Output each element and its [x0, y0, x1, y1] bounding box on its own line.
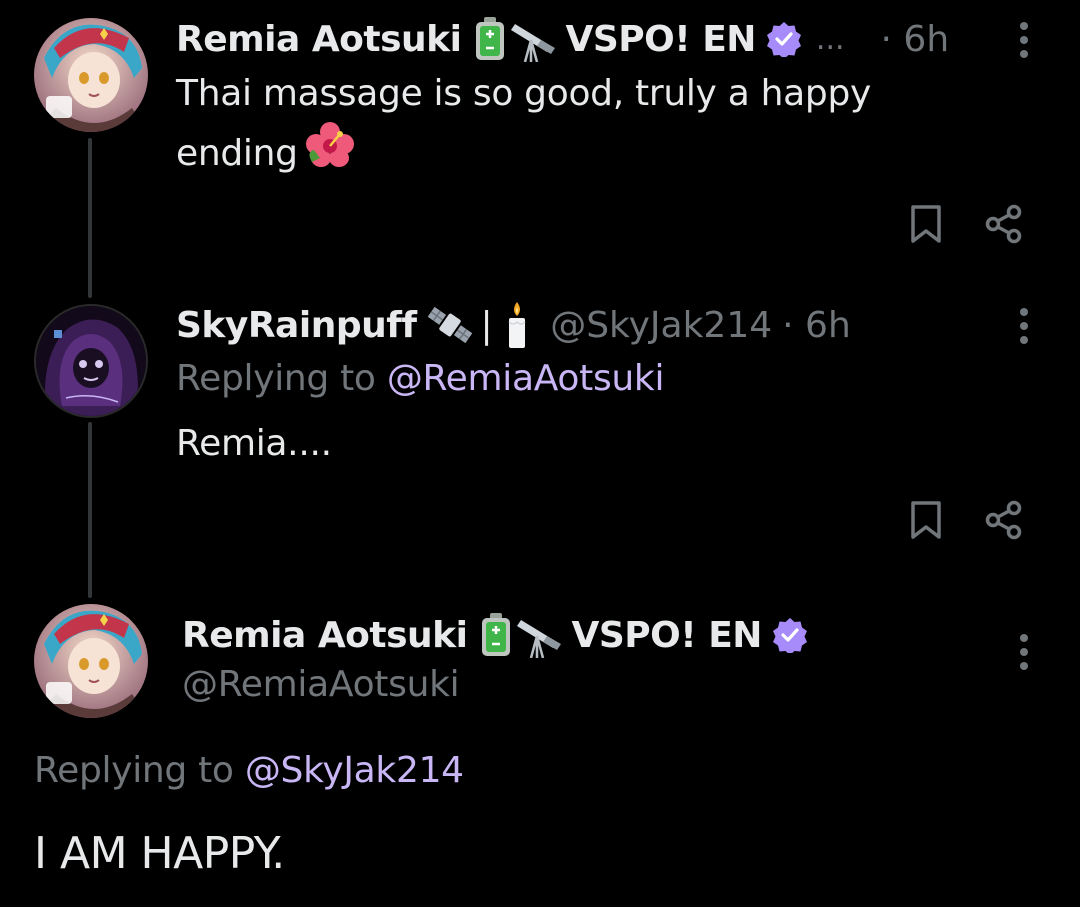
handle[interactable]: @RemiaAotsuki — [182, 664, 460, 705]
tweet-1-text: Thai massage is so good, truly a happy e… — [176, 66, 1016, 185]
replying-to-line: Replying to @SkyJak214 — [34, 750, 464, 791]
replying-to-label: Replying to — [176, 358, 376, 399]
tweet-2-header: SkyRainpuff | @SkyJak214 · 6h — [176, 300, 851, 350]
tweet-1-header: Remia Aotsuki VSPO! EN ... · 6h — [176, 14, 949, 64]
bookmark-icon[interactable] — [906, 500, 946, 540]
mention-link[interactable]: @RemiaAotsuki — [387, 358, 665, 399]
avatar-remia[interactable] — [34, 604, 148, 718]
handle[interactable]: @SkyJak214 — [550, 305, 772, 346]
org-name: VSPO! EN — [565, 18, 756, 60]
verified-badge-icon — [766, 21, 802, 57]
thread-line-1 — [88, 138, 92, 298]
tweet-3-header: Remia Aotsuki VSPO! EN — [182, 610, 808, 660]
tweet-1-text-line-2: ending — [176, 132, 298, 174]
tweet-1-text-line-1: Thai massage is so good, truly a happy — [176, 73, 871, 114]
more-options-icon[interactable] — [1014, 632, 1034, 672]
battery-icon — [475, 17, 505, 61]
avatar-remia[interactable] — [34, 18, 148, 132]
more-options-icon[interactable] — [1014, 306, 1034, 346]
bookmark-icon[interactable] — [906, 204, 946, 244]
satellite-icon — [425, 303, 475, 347]
name-separator: | — [480, 304, 493, 346]
display-name[interactable]: SkyRainpuff — [176, 305, 417, 346]
battery-icon — [481, 613, 511, 657]
mention-link[interactable]: @SkyJak214 — [245, 750, 464, 791]
timestamp[interactable]: · 6h — [881, 19, 950, 60]
replying-to-line: Replying to @RemiaAotsuki — [176, 358, 664, 399]
avatar-skyrainpuff[interactable] — [34, 304, 148, 418]
display-name[interactable]: Remia Aotsuki — [182, 615, 468, 656]
share-icon[interactable] — [984, 500, 1024, 540]
candle-icon — [504, 300, 530, 350]
telescope-icon — [511, 16, 559, 62]
replying-to-label: Replying to — [34, 750, 234, 791]
timestamp[interactable]: · 6h — [782, 305, 851, 346]
display-name[interactable]: Remia Aotsuki — [176, 19, 462, 60]
tweet-3-text: I AM HAPPY. — [34, 828, 285, 879]
hibiscus-icon — [305, 122, 354, 185]
verified-badge-icon — [772, 617, 808, 653]
telescope-icon — [517, 612, 565, 658]
share-icon[interactable] — [984, 204, 1024, 244]
more-options-icon[interactable] — [1014, 20, 1034, 60]
org-name: VSPO! EN — [571, 614, 762, 656]
thread-line-2 — [88, 422, 92, 598]
tweet-2-text: Remia.... — [176, 423, 332, 464]
name-truncation: ... — [815, 21, 845, 57]
